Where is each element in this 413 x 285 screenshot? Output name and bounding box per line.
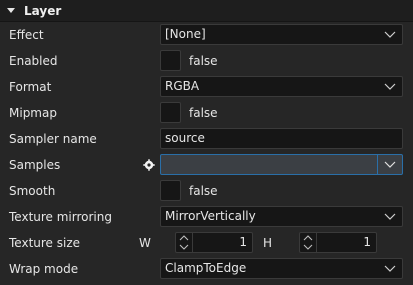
texture-mirroring-value: MirrorVertically — [165, 209, 256, 223]
texture-mirroring-label: Texture mirroring — [9, 210, 112, 224]
samples-dropdown[interactable] — [160, 154, 403, 175]
section-title: Layer — [24, 3, 62, 18]
sampler-name-input[interactable]: source — [160, 128, 403, 149]
wrap-mode-label: Wrap mode — [9, 262, 79, 276]
format-label: Format — [9, 80, 52, 94]
effect-dropdown[interactable]: [None] — [160, 24, 403, 45]
smooth-label: Smooth — [9, 184, 56, 198]
row-format: Format RGBA — [0, 74, 413, 100]
sampler-name-label: Sampler name — [9, 132, 97, 146]
samples-label: Samples — [9, 158, 61, 172]
smooth-value: false — [189, 184, 218, 198]
format-dropdown[interactable]: RGBA — [160, 76, 403, 97]
width-value: 1 — [239, 235, 247, 249]
mipmap-label: Mipmap — [9, 106, 57, 120]
layer-section-header[interactable]: Layer — [0, 0, 413, 22]
chevron-down-icon — [384, 31, 396, 38]
sampler-name-value: source — [165, 131, 205, 145]
mipmap-checkbox[interactable] — [160, 102, 181, 123]
enabled-checkbox[interactable] — [160, 50, 181, 71]
spin-arrows-icon[interactable] — [176, 233, 193, 252]
row-sampler-name: Sampler name source — [0, 126, 413, 152]
wrap-mode-value: ClampToEdge — [165, 261, 247, 275]
texture-size-label: Texture size — [9, 236, 81, 250]
row-smooth: Smooth false — [0, 178, 413, 204]
row-texture-mirroring: Texture mirroring MirrorVertically — [0, 204, 413, 230]
height-label: H — [263, 236, 273, 250]
row-enabled: Enabled false — [0, 48, 413, 74]
chevron-down-icon — [384, 265, 396, 272]
row-wrap-mode: Wrap mode ClampToEdge — [0, 256, 413, 282]
chevron-down-icon — [384, 213, 396, 220]
row-samples: Samples — [0, 152, 413, 178]
width-label: W — [139, 236, 151, 250]
enabled-label: Enabled — [9, 54, 58, 68]
row-mipmap: Mipmap false — [0, 100, 413, 126]
format-value: RGBA — [165, 79, 200, 93]
collapse-arrow-icon[interactable] — [7, 8, 15, 13]
wrap-mode-dropdown[interactable]: ClampToEdge — [160, 258, 403, 279]
height-value: 1 — [363, 235, 371, 249]
row-effect: Effect [None] — [0, 22, 413, 48]
height-spinbox[interactable]: 1 — [299, 232, 377, 253]
effect-value: [None] — [165, 27, 206, 41]
chevron-down-icon — [384, 83, 396, 90]
width-spinbox[interactable]: 1 — [175, 232, 253, 253]
row-texture-size: Texture size W 1 H 1 — [0, 230, 413, 256]
enabled-value: false — [189, 54, 218, 68]
smooth-checkbox[interactable] — [160, 180, 181, 201]
chevron-down-icon — [377, 155, 396, 174]
effect-label: Effect — [9, 28, 44, 42]
spin-arrows-icon[interactable] — [300, 233, 317, 252]
texture-mirroring-dropdown[interactable]: MirrorVertically — [160, 206, 403, 227]
properties-panel: Layer Effect [None] Enabled false Format… — [0, 0, 413, 285]
mipmap-value: false — [189, 106, 218, 120]
gear-icon[interactable] — [143, 159, 155, 171]
